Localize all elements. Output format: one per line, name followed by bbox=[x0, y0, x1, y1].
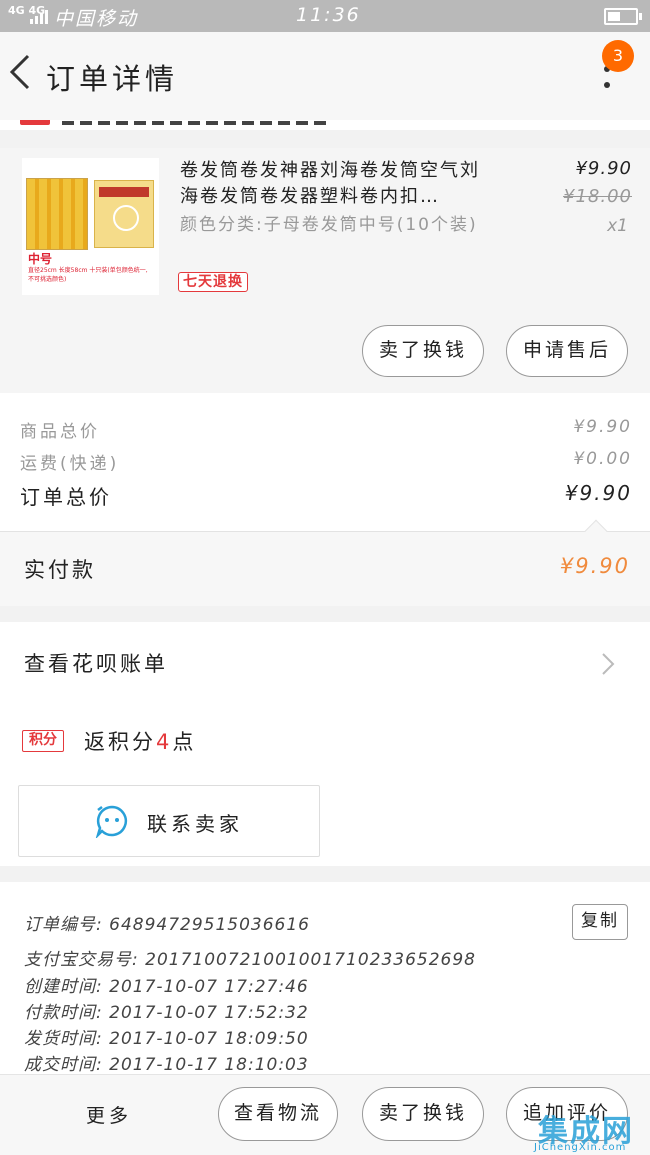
watermark-url: JiChengXin.com bbox=[534, 1142, 627, 1153]
sell-swap-button[interactable]: 卖了换钱 bbox=[362, 325, 484, 377]
carrier-name: 中国移动 bbox=[54, 8, 139, 30]
watermark: 集成网 JiChengXin.com bbox=[532, 1102, 650, 1155]
shipping-value: ¥0.00 bbox=[573, 449, 632, 469]
clock: 11:36 bbox=[296, 4, 361, 26]
contact-seller-button[interactable]: 联系卖家 bbox=[18, 785, 320, 857]
paid-amount-row: 实付款 ¥9.90 bbox=[0, 519, 650, 606]
product-image-caption: 直径25cm 长度58cm 十只装(单包颜色统一, 不可挑选颜色) bbox=[28, 267, 148, 283]
product-name[interactable]: 卷发筒卷发神器刘海卷发筒空气刘海卷发筒卷发器塑料卷内扣… bbox=[180, 158, 498, 210]
points-text: 返积分4点 bbox=[84, 730, 197, 754]
cut-off-header bbox=[0, 120, 650, 130]
curler-box-graphic bbox=[94, 180, 154, 248]
status-bar: 4G 4G 中国移动 11:36 bbox=[0, 0, 650, 32]
order-total-value: ¥9.90 bbox=[564, 481, 632, 505]
notification-badge: 3 bbox=[602, 40, 634, 72]
paid-value: ¥9.90 bbox=[559, 554, 630, 578]
services-section: 查看花呗账单 积分 返积分4点 联系卖家 bbox=[0, 622, 650, 866]
shipping-time: 发货时间: 2017-10-07 18:09:50 bbox=[24, 1029, 309, 1049]
nav-bar: 订单详情 3 bbox=[0, 32, 650, 120]
product-price: ¥9.90 bbox=[575, 158, 632, 179]
order-info: 订单编号: 64894729515036616 支付宝交易号: 20171007… bbox=[0, 882, 650, 1074]
order-number: 订单编号: 64894729515036616 bbox=[24, 915, 311, 935]
created-time: 创建时间: 2017-10-07 17:27:46 bbox=[24, 977, 309, 997]
chat-bubble-icon bbox=[95, 805, 128, 838]
view-logistics-button[interactable]: 查看物流 bbox=[218, 1087, 338, 1141]
chevron-right-icon[interactable] bbox=[600, 652, 616, 676]
product-image[interactable]: 中号 直径25cm 长度58cm 十只装(单包颜色统一, 不可挑选颜色) bbox=[22, 158, 159, 295]
alipay-trade-number: 支付宝交易号: 2017100721001001710233652698 bbox=[24, 950, 476, 970]
after-sales-button[interactable]: 申请售后 bbox=[506, 325, 628, 377]
product-image-size-label: 中号 bbox=[28, 252, 53, 266]
goods-total-label: 商品总价 bbox=[20, 422, 100, 442]
product-quantity: x1 bbox=[607, 216, 628, 236]
curler-pack-graphic bbox=[26, 178, 88, 250]
huabei-bill-link[interactable]: 查看花呗账单 bbox=[24, 648, 168, 678]
battery-icon bbox=[604, 8, 642, 25]
chevron-left-icon bbox=[9, 54, 30, 90]
back-button[interactable] bbox=[6, 52, 36, 92]
product-original-price: ¥18.00 bbox=[563, 186, 632, 207]
product-card[interactable]: 中号 直径25cm 长度58cm 十只装(单包颜色统一, 不可挑选颜色) 卷发筒… bbox=[0, 148, 650, 393]
seven-day-return-badge: 七天退换 bbox=[178, 272, 248, 292]
signal-icon bbox=[30, 8, 48, 24]
payment-time: 付款时间: 2017-10-07 17:52:32 bbox=[24, 1003, 309, 1023]
copy-order-number-button[interactable]: 复制 bbox=[572, 904, 628, 940]
points-badge: 积分 bbox=[22, 730, 64, 752]
order-total-label: 订单总价 bbox=[20, 485, 112, 509]
paid-label: 实付款 bbox=[24, 558, 96, 582]
more-button[interactable]: 更多 bbox=[86, 1101, 132, 1128]
completion-time: 成交时间: 2017-10-17 18:10:03 bbox=[24, 1055, 309, 1074]
sell-swap-bottom-button[interactable]: 卖了换钱 bbox=[362, 1087, 484, 1141]
contact-seller-label: 联系卖家 bbox=[147, 812, 243, 836]
product-variant: 颜色分类:子母卷发筒中号(10个装) bbox=[180, 215, 478, 235]
points-number: 4 bbox=[156, 730, 173, 754]
shipping-label: 运费(快递) bbox=[20, 454, 120, 474]
goods-total-value: ¥9.90 bbox=[573, 417, 632, 437]
page-title: 订单详情 bbox=[46, 62, 179, 96]
price-summary: 商品总价 ¥9.90 运费(快递) ¥0.00 订单总价 ¥9.90 bbox=[0, 393, 650, 531]
